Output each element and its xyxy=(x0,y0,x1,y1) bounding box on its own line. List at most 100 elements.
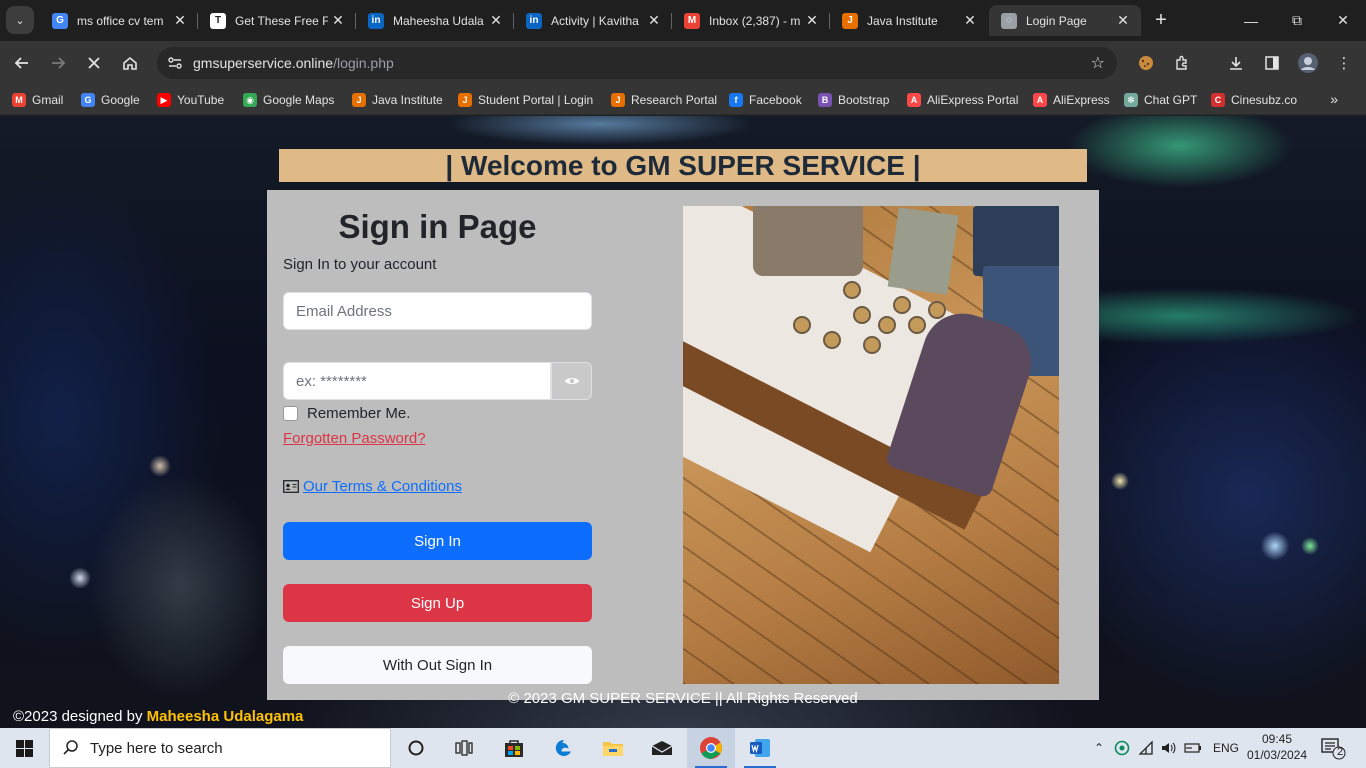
windows-logo-icon xyxy=(15,739,33,757)
store-photo xyxy=(683,206,1059,684)
system-tray: ⌃ ENG xyxy=(1090,728,1239,768)
signin-card: Sign in Page Sign In to your account Ema… xyxy=(267,190,1099,700)
bookmark-item[interactable]: J Student Portal | Login xyxy=(458,91,593,109)
start-button[interactable] xyxy=(0,728,48,768)
home-button[interactable] xyxy=(116,49,144,77)
edge-app[interactable] xyxy=(540,728,588,768)
restore-button[interactable]: ⧉ xyxy=(1274,0,1320,41)
welcome-banner: | Welcome to GM SUPER SERVICE | xyxy=(279,149,1087,182)
facebook-icon: f xyxy=(729,93,743,107)
home-icon xyxy=(123,56,137,70)
cortana-button[interactable] xyxy=(392,728,440,768)
volume-icon[interactable] xyxy=(1160,740,1176,756)
browser-tab[interactable]: ◌ Login Page ✕ xyxy=(989,5,1141,36)
bookmark-item[interactable]: J Research Portal xyxy=(611,91,717,109)
bookmark-item[interactable]: ✻ Chat GPT xyxy=(1124,91,1197,109)
tab-title: Java Institute xyxy=(867,13,938,28)
tab-close-icon[interactable]: ✕ xyxy=(802,12,822,29)
password-placeholder: ex: ******** xyxy=(296,372,367,390)
browser-tab[interactable]: in Activity | Kavitha ✕ xyxy=(514,5,672,36)
aliexpress-icon: A xyxy=(907,93,921,107)
sign-in-button[interactable]: Sign In xyxy=(283,522,592,560)
forward-button[interactable] xyxy=(44,49,72,77)
back-button[interactable] xyxy=(8,49,36,77)
forgot-password-link[interactable]: Forgotten Password? xyxy=(283,430,426,447)
browser-tab[interactable]: in Maheesha Udala ✕ xyxy=(356,5,514,36)
password-field[interactable]: ex: ******** xyxy=(283,362,551,400)
file-explorer-app[interactable] xyxy=(589,728,637,768)
remember-me-checkbox[interactable] xyxy=(283,405,298,421)
bookmark-item[interactable]: M Gmail xyxy=(12,91,63,109)
mail-app[interactable] xyxy=(638,728,686,768)
tray-expand-icon[interactable]: ⌃ xyxy=(1090,741,1108,755)
remember-me-row: Remember Me. xyxy=(283,404,410,422)
address-bar[interactable]: gmsuperservice.online/login.php ☆ xyxy=(157,47,1117,79)
download-icon[interactable] xyxy=(1224,51,1248,75)
bookmark-star-icon[interactable]: ☆ xyxy=(1091,53,1105,73)
tab-close-icon[interactable]: ✕ xyxy=(644,12,664,29)
bookmark-item[interactable]: A AliExpress xyxy=(1033,91,1110,109)
tab-close-icon[interactable]: ✕ xyxy=(1113,12,1133,29)
browser-tab[interactable]: J Java Institute ✕ xyxy=(830,5,988,36)
close-window-button[interactable]: ✕ xyxy=(1320,0,1366,41)
browser-tab[interactable]: M Inbox (2,387) - m ✕ xyxy=(672,5,830,36)
side-panel-icon[interactable] xyxy=(1260,51,1284,75)
bookmark-item[interactable]: G Google xyxy=(81,91,140,109)
url-text: gmsuperservice.online/login.php xyxy=(193,55,394,71)
terms-link[interactable]: Our Terms & Conditions xyxy=(303,478,462,495)
clock-date: 01/03/2024 xyxy=(1246,748,1308,762)
bookmark-item[interactable]: B Bootstrap xyxy=(818,91,889,109)
bookmark-item[interactable]: ▶ YouTube xyxy=(157,91,224,109)
site-info-icon[interactable] xyxy=(166,54,184,72)
close-icon xyxy=(88,57,100,69)
word-app[interactable] xyxy=(736,728,784,768)
taskbar-search-box[interactable]: Type here to search xyxy=(49,728,391,768)
tab-title: Maheesha Udala xyxy=(393,13,484,28)
doc-icon: T xyxy=(210,12,226,29)
tab-close-icon[interactable]: ✕ xyxy=(486,12,506,29)
store-app[interactable] xyxy=(490,728,538,768)
browser-tab[interactable]: Gms office cv tem ✕ xyxy=(40,5,198,36)
cookie-extension-icon[interactable] xyxy=(1134,51,1158,75)
toggle-password-button[interactable] xyxy=(551,362,592,400)
bookmarks-overflow-icon[interactable]: » xyxy=(1330,91,1338,107)
cortana-icon xyxy=(408,740,424,756)
new-tab-button[interactable]: + xyxy=(1150,9,1172,31)
notification-center-button[interactable]: 2 xyxy=(1320,736,1346,760)
bookmark-item[interactable]: J Java Institute xyxy=(352,91,443,109)
sign-up-button[interactable]: Sign Up xyxy=(283,584,592,622)
wifi-icon[interactable] xyxy=(1138,740,1154,756)
bookmark-item[interactable]: A AliExpress Portal xyxy=(907,91,1018,109)
task-view-button[interactable] xyxy=(440,728,488,768)
bookmark-item[interactable]: f Facebook xyxy=(729,91,802,109)
language-indicator[interactable]: ENG xyxy=(1213,741,1239,755)
tab-search-button[interactable]: ⌄ xyxy=(6,6,34,34)
mail-icon xyxy=(651,741,673,755)
tab-title: Inbox (2,387) - m xyxy=(709,13,801,28)
extensions-puzzle-icon[interactable] xyxy=(1170,51,1194,75)
browser-menu-icon[interactable]: ⋮ xyxy=(1332,51,1356,75)
page-background: | Welcome to GM SUPER SERVICE | Sign in … xyxy=(0,116,1366,728)
continue-without-signin-button[interactable]: With Out Sign In xyxy=(283,646,592,684)
clock[interactable]: 09:45 01/03/2024 xyxy=(1242,731,1312,763)
email-field[interactable]: Email Address xyxy=(283,292,592,330)
google-icon: G xyxy=(81,93,95,107)
battery-icon[interactable] xyxy=(1184,741,1202,755)
loading-icon: ◌ xyxy=(1001,12,1017,29)
browser-tab[interactable]: T Get These Free F ✕ xyxy=(198,5,356,36)
tab-close-icon[interactable]: ✕ xyxy=(960,12,980,29)
gmail-icon: M xyxy=(12,93,26,107)
bookmark-label: Chat GPT xyxy=(1144,93,1198,107)
minimize-button[interactable]: — xyxy=(1228,0,1274,41)
tab-close-icon[interactable]: ✕ xyxy=(170,12,190,29)
bookmark-label: Research Portal xyxy=(631,93,718,107)
bookmark-item[interactable]: C Cinesubz.co xyxy=(1211,91,1297,109)
security-shield-icon[interactable] xyxy=(1114,740,1130,756)
bookmark-label: Student Portal | Login xyxy=(478,93,594,107)
bookmark-item[interactable]: ◉ Google Maps xyxy=(243,91,334,109)
tab-close-icon[interactable]: ✕ xyxy=(328,12,348,29)
stop-loading-button[interactable] xyxy=(80,49,108,77)
profile-avatar-icon[interactable] xyxy=(1296,51,1320,75)
bookmark-label: Gmail xyxy=(32,93,64,107)
chrome-app[interactable] xyxy=(687,728,735,768)
